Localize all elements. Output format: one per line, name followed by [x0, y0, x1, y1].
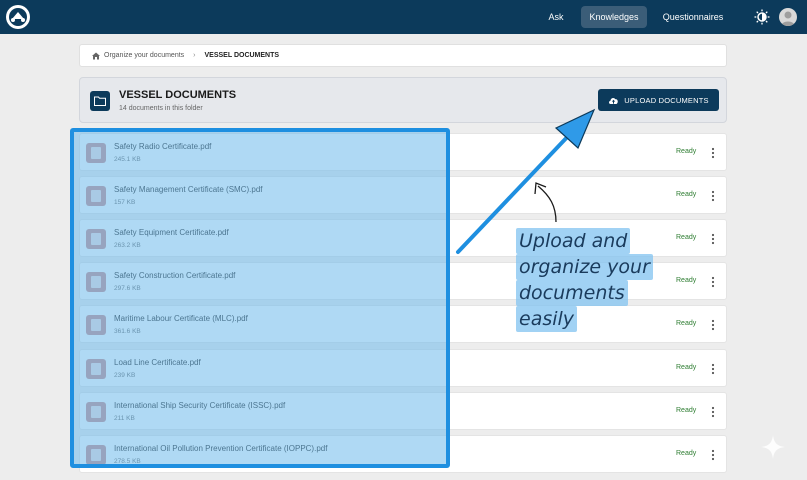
pdf-file-icon [86, 143, 106, 163]
file-status: Ready [676, 191, 697, 198]
annotation-line: easily [516, 306, 578, 332]
file-name: Safety Radio Certificate.pdf [114, 142, 212, 151]
nav-questionnaires[interactable]: Questionnaires [654, 6, 732, 28]
breadcrumb-home-link[interactable]: Organize your documents [92, 52, 184, 60]
file-status: Ready [676, 277, 697, 284]
folder-document-count: 14 documents in this folder [119, 105, 203, 112]
file-row[interactable]: Safety Radio Certificate.pdf 245.1 KB Re… [79, 133, 727, 171]
pdf-file-icon [86, 315, 106, 335]
file-row[interactable]: Load Line Certificate.pdf 239 KB Ready [79, 349, 727, 387]
file-size: 361.6 KB [114, 328, 141, 335]
annotation-line: documents [516, 280, 628, 306]
more-options-icon[interactable] [706, 448, 720, 462]
more-options-icon[interactable] [706, 146, 720, 160]
annotation-line: organize your [516, 254, 653, 280]
file-row[interactable]: International Oil Pollution Prevention C… [79, 435, 727, 473]
file-size: 239 KB [114, 372, 136, 379]
user-avatar[interactable] [779, 8, 797, 26]
upload-documents-button[interactable]: UPLOAD DOCUMENTS [598, 89, 719, 111]
breadcrumb-home-label: Organize your documents [104, 52, 185, 59]
file-status: Ready [676, 148, 697, 155]
more-options-icon[interactable] [706, 362, 720, 376]
app-logo-icon[interactable] [6, 5, 30, 29]
folder-title: VESSEL DOCUMENTS [119, 89, 237, 101]
file-size: 297.6 KB [114, 285, 141, 292]
theme-toggle-icon[interactable] [754, 9, 770, 25]
file-name: International Ship Security Certificate … [114, 401, 286, 410]
more-options-icon[interactable] [706, 275, 720, 289]
more-options-icon[interactable] [706, 189, 720, 203]
folder-icon [90, 91, 110, 111]
file-name: Load Line Certificate.pdf [114, 358, 201, 367]
breadcrumb-current: VESSEL DOCUMENTS [204, 52, 280, 59]
pdf-file-icon [86, 359, 106, 379]
file-size: 263.2 KB [114, 242, 141, 249]
file-name: Safety Construction Certificate.pdf [114, 271, 236, 280]
cloud-upload-icon [609, 97, 619, 104]
file-size: 278.5 KB [114, 458, 141, 465]
file-size: 157 KB [114, 199, 136, 206]
pdf-file-icon [86, 445, 106, 465]
pdf-file-icon [86, 229, 106, 249]
upload-documents-label: UPLOAD DOCUMENTS [624, 95, 709, 105]
breadcrumb: Organize your documents › VESSEL DOCUMEN… [79, 44, 727, 67]
nav-knowledges[interactable]: Knowledges [581, 6, 647, 28]
file-name: Maritime Labour Certificate (MLC).pdf [114, 314, 248, 323]
file-size: 245.1 KB [114, 156, 141, 163]
file-row[interactable]: Safety Management Certificate (SMC).pdf … [79, 176, 727, 214]
nav-ask[interactable]: Ask [537, 6, 575, 28]
annotation-line: Upload and [516, 228, 631, 254]
pdf-file-icon [86, 402, 106, 422]
file-status: Ready [676, 234, 697, 241]
pdf-file-icon [86, 186, 106, 206]
breadcrumb-separator: › [193, 52, 196, 59]
more-options-icon[interactable] [706, 232, 720, 246]
file-status: Ready [676, 450, 697, 457]
more-options-icon[interactable] [706, 318, 720, 332]
file-name: Safety Management Certificate (SMC).pdf [114, 185, 263, 194]
sparkle-icon [761, 435, 785, 459]
more-options-icon[interactable] [706, 405, 720, 419]
pdf-file-icon [86, 272, 106, 292]
home-icon [92, 52, 100, 59]
folder-header: VESSEL DOCUMENTS 14 documents in this fo… [79, 77, 727, 123]
file-status: Ready [676, 407, 697, 414]
top-bar: Ask Knowledges Questionnaires [0, 0, 807, 34]
annotation-caption: Upload and organize your documents easil… [516, 228, 676, 332]
file-name: Safety Equipment Certificate.pdf [114, 228, 229, 237]
file-row[interactable]: International Ship Security Certificate … [79, 392, 727, 430]
file-status: Ready [676, 320, 697, 327]
file-name: International Oil Pollution Prevention C… [114, 444, 328, 453]
file-status: Ready [676, 364, 697, 371]
file-size: 211 KB [114, 415, 135, 422]
